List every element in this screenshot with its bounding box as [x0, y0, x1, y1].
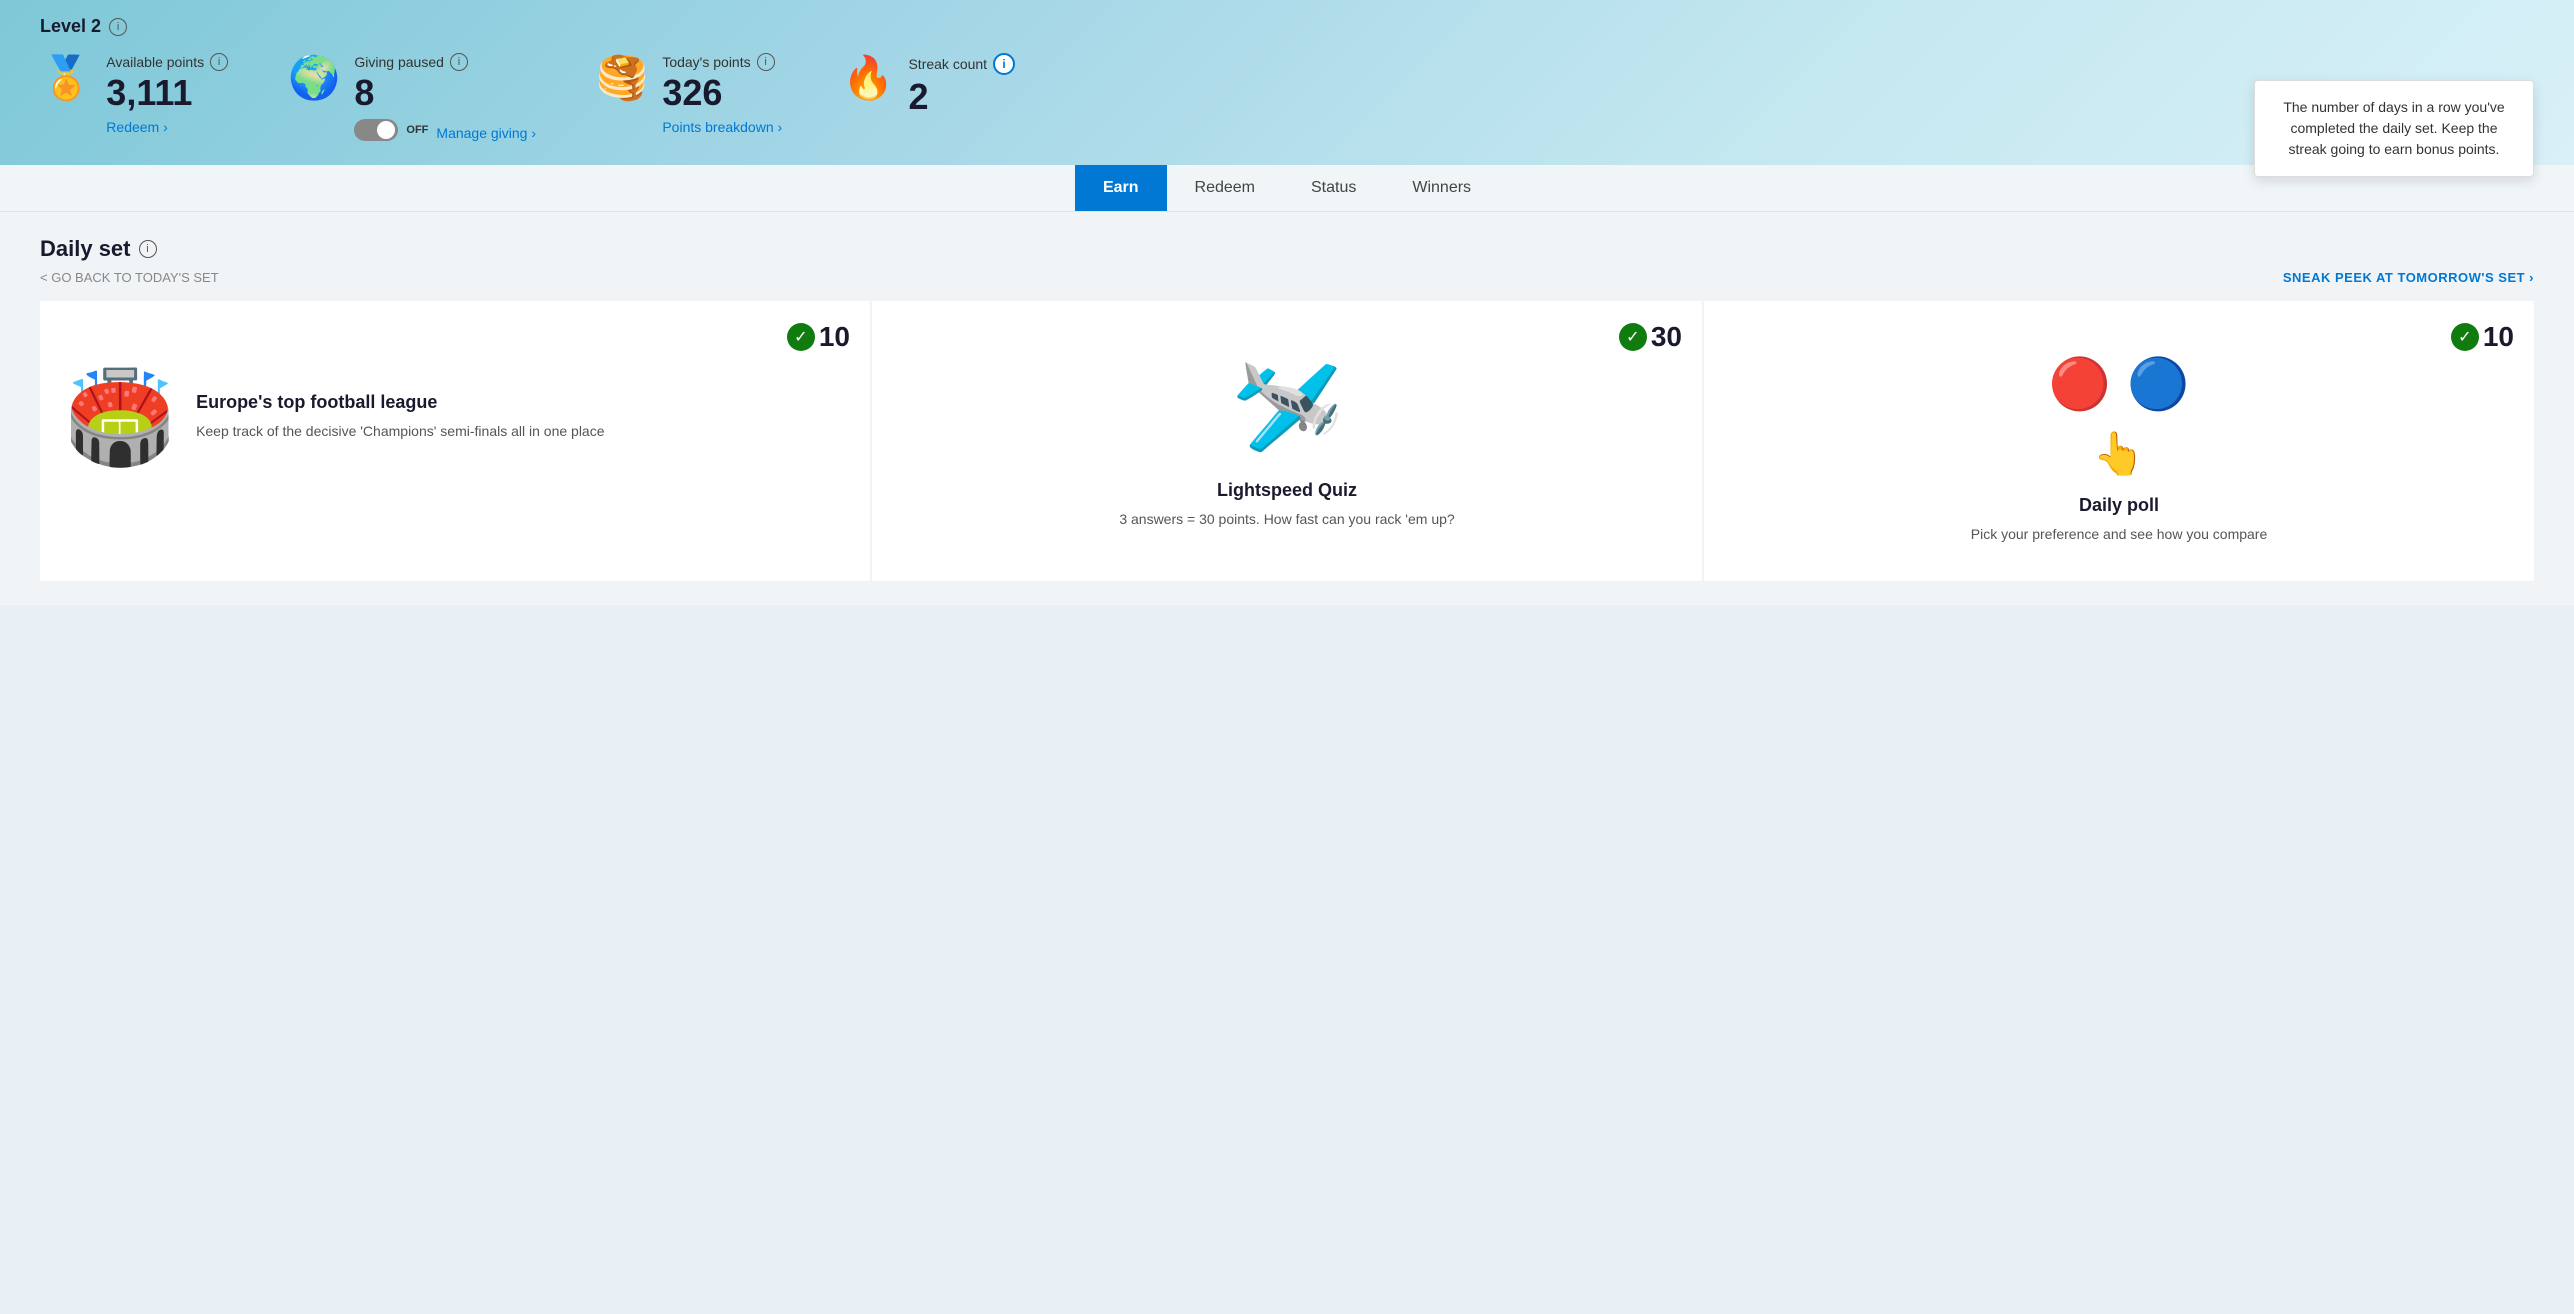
streak-icon: 🔥 — [842, 57, 894, 99]
streak-label: Streak count — [908, 56, 987, 72]
available-points-icon: 🏅 — [40, 57, 92, 99]
manage-giving-link[interactable]: Manage giving › — [436, 125, 536, 141]
main-content: Daily set i < GO BACK TO TODAY'S SET SNE… — [0, 212, 2574, 605]
card3-desc: Pick your preference and see how you com… — [1971, 524, 2268, 545]
tab-redeem[interactable]: Redeem — [1167, 165, 1283, 211]
points-breakdown-link[interactable]: Points breakdown › — [662, 119, 782, 135]
jet-icon: 🛩️ — [1231, 355, 1343, 460]
giving-icon: 🌍 — [288, 57, 340, 99]
card3-title: Daily poll — [2079, 495, 2159, 516]
card2-desc: 3 answers = 30 points. How fast can you … — [1119, 509, 1454, 530]
todays-points-value: 326 — [662, 73, 782, 113]
available-points-stat: 🏅 Available points i 3,111 Redeem › — [40, 53, 228, 135]
level-info-icon[interactable]: i — [109, 18, 127, 36]
sneak-peek-button[interactable]: SNEAK PEEK AT TOMORROW'S SET › — [2283, 270, 2534, 285]
card2-title: Lightspeed Quiz — [1217, 480, 1357, 501]
giving-toggle[interactable] — [354, 119, 398, 141]
giving-label: Giving paused — [354, 54, 444, 70]
todays-points-stat: 🥞 Today's points i 326 Points breakdown … — [596, 53, 782, 135]
streak-tooltip: The number of days in a row you've compl… — [2254, 80, 2534, 177]
tab-status[interactable]: Status — [1283, 165, 1384, 211]
go-back-button[interactable]: < GO BACK TO TODAY'S SET — [40, 270, 219, 285]
card1-desc: Keep track of the decisive 'Champions' s… — [196, 421, 604, 442]
card2-check-icon: ✓ — [1619, 323, 1647, 351]
daily-set-title: Daily set — [40, 236, 131, 262]
giving-paused-stat: 🌍 Giving paused i 8 OFF Manage giving › — [288, 53, 536, 141]
todays-points-icon: 🥞 — [596, 57, 648, 99]
giving-value: 8 — [354, 73, 536, 113]
card1-points-badge: ✓ 10 — [787, 321, 850, 353]
card1-title: Europe's top football league — [196, 392, 604, 413]
card3-points: 10 — [2483, 321, 2514, 353]
redeem-link[interactable]: Redeem › — [106, 119, 228, 135]
stadium-icon: 🏟️ — [64, 365, 176, 470]
daily-set-header: Daily set i — [40, 236, 2534, 262]
level-text: Level 2 — [40, 16, 101, 37]
stats-row: 🏅 Available points i 3,111 Redeem › 🌍 Gi… — [40, 53, 2534, 165]
football-card[interactable]: ✓ 10 🏟️ Europe's top football league Kee… — [40, 301, 870, 581]
streak-count-stat: 🔥 Streak count i 2 — [842, 53, 1015, 117]
cards-grid: ✓ 10 🏟️ Europe's top football league Kee… — [40, 301, 2534, 581]
card3-points-badge: ✓ 10 — [2451, 321, 2514, 353]
poll-button-red-icon: 🔴 — [2049, 355, 2111, 414]
available-points-info-icon[interactable]: i — [210, 53, 228, 71]
nav-tabs: Earn Redeem Status Winners — [0, 165, 2574, 212]
todays-points-label: Today's points — [662, 54, 750, 70]
daily-set-info-icon[interactable]: i — [139, 240, 157, 258]
level-row: Level 2 i — [40, 16, 2534, 37]
poll-finger-icon: 👆 — [2049, 430, 2190, 479]
streak-info-icon[interactable]: i — [993, 53, 1015, 75]
set-navigation: < GO BACK TO TODAY'S SET SNEAK PEEK AT T… — [40, 270, 2534, 285]
tab-earn[interactable]: Earn — [1075, 165, 1167, 211]
poll-card[interactable]: ✓ 10 🔴 🔵 👆 Daily poll Pick your preferen… — [1704, 301, 2534, 581]
poll-button-blue-icon: 🔵 — [2127, 355, 2189, 414]
available-points-label: Available points — [106, 54, 204, 70]
card1-points: 10 — [819, 321, 850, 353]
header-area: Level 2 i 🏅 Available points i 3,111 Red… — [0, 0, 2574, 165]
todays-points-info-icon[interactable]: i — [757, 53, 775, 71]
available-points-value: 3,111 — [106, 73, 228, 113]
quiz-card[interactable]: ✓ 30 🛩️ Lightspeed Quiz 3 answers = 30 p… — [872, 301, 1702, 581]
toggle-off-label: OFF — [406, 124, 428, 136]
card3-check-icon: ✓ — [2451, 323, 2479, 351]
giving-info-icon[interactable]: i — [450, 53, 468, 71]
tooltip-text: The number of days in a row you've compl… — [2283, 99, 2504, 157]
card2-points: 30 — [1651, 321, 1682, 353]
tab-winners[interactable]: Winners — [1384, 165, 1499, 211]
card2-points-badge: ✓ 30 — [1619, 321, 1682, 353]
streak-value: 2 — [908, 77, 1015, 117]
card1-check-icon: ✓ — [787, 323, 815, 351]
